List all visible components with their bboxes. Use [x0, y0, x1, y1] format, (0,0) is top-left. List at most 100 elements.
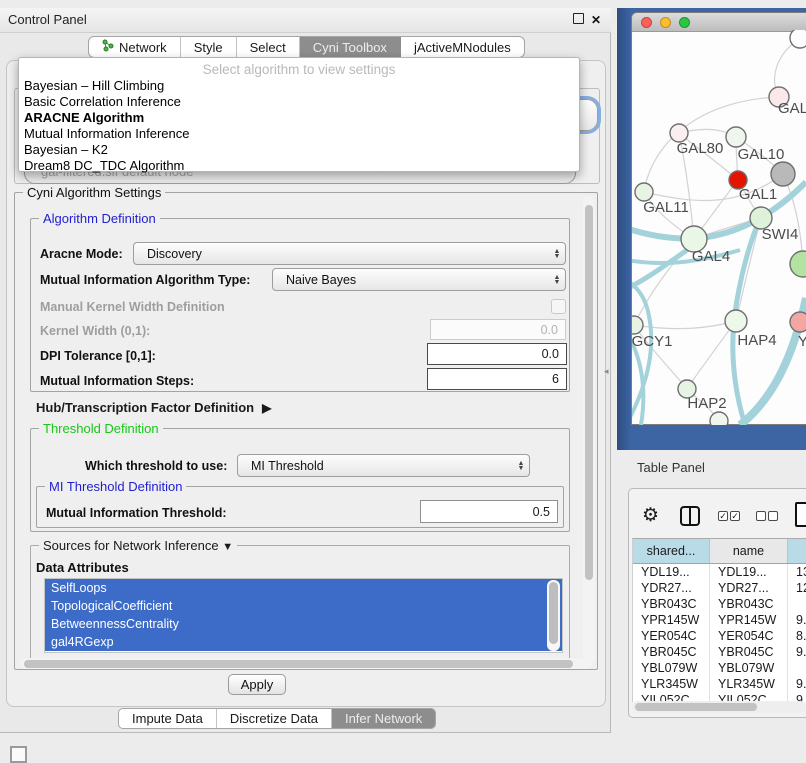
mi-threshold-group-title: MI Threshold Definition: [45, 479, 186, 494]
network-node-gal10[interactable]: [726, 127, 746, 147]
table-cell: 9.: [788, 644, 806, 660]
settings-horizontal-scrollbar[interactable]: [20, 658, 592, 669]
kernel-width-field[interactable]: 0.0: [430, 319, 566, 340]
tab-network[interactable]: Network: [89, 37, 181, 57]
mi-type-combo[interactable]: Naive Bayes ▲▼: [272, 268, 566, 291]
tab-cyni-toolbox[interactable]: Cyni Toolbox: [300, 37, 401, 57]
algorithm-list: Bayesian – Hill ClimbingBasic Correlatio…: [19, 78, 579, 174]
network-canvas[interactable]: GALGAL80GAL10GAL1GAL11SWI4GAL4GCY1HAP4YH…: [632, 30, 806, 425]
algorithm-option-bayesian-hill-climbing[interactable]: Bayesian – Hill Climbing: [19, 78, 579, 94]
which-threshold-combo[interactable]: MI Threshold ▲▼: [237, 454, 530, 477]
tab-label: Style: [194, 40, 223, 55]
table-cell: YLR345W: [710, 676, 788, 692]
tab-impute-data[interactable]: Impute Data: [119, 709, 217, 728]
aracne-mode-combo[interactable]: Discovery ▲▼: [133, 242, 566, 265]
column-header-name[interactable]: name: [710, 539, 788, 563]
tab-jactivemnodules[interactable]: jActiveMNodules: [401, 37, 524, 57]
attribute-item-gal4rgexp[interactable]: gal4RGexp: [45, 633, 562, 651]
network-node-gcy1[interactable]: [632, 316, 643, 334]
collapse-down-icon[interactable]: ▼: [222, 541, 233, 553]
column-view-icon[interactable]: [680, 506, 700, 526]
algorithm-option-aracne-algorithm[interactable]: ARACNE Algorithm: [19, 110, 579, 126]
algorithm-option-basic-correlation-inference[interactable]: Basic Correlation Inference: [19, 94, 579, 110]
tab-select[interactable]: Select: [237, 37, 300, 57]
attribute-item-topologicalcoefficient[interactable]: TopologicalCoefficient: [45, 597, 562, 615]
hub-definition-toggle[interactable]: Hub/Transcription Factor Definition ▶: [36, 400, 271, 415]
document-icon[interactable]: [795, 502, 806, 527]
tab-style[interactable]: Style: [181, 37, 237, 57]
expand-right-icon: ▶: [262, 401, 271, 415]
close-icon[interactable]: ✕: [589, 13, 603, 27]
floating-window-icon[interactable]: [10, 746, 27, 763]
float-panel-icon[interactable]: [571, 13, 585, 27]
mi-threshold-label: Mutual Information Threshold:: [46, 506, 227, 520]
tab-label: Discretize Data: [230, 711, 318, 726]
attribute-item-betweennesscentrality[interactable]: BetweennessCentrality: [45, 615, 562, 633]
column-header-a[interactable]: A: [788, 539, 806, 563]
network-node[interactable]: [790, 30, 806, 48]
table-row[interactable]: YBL079WYBL079W: [633, 660, 806, 676]
data-attributes-label: Data Attributes: [36, 560, 129, 575]
sources-group-title: Sources for Network Inference ▼: [39, 538, 237, 553]
table-cell: YBR045C: [633, 644, 710, 660]
checked-box-icon: ✓: [730, 511, 740, 521]
network-node[interactable]: [790, 251, 806, 277]
select-all-columns-icon[interactable]: ✓ ✓: [718, 511, 742, 521]
network-node-y[interactable]: [790, 312, 806, 332]
network-edge: [736, 218, 761, 321]
table-cell: YDL19...: [633, 564, 710, 580]
tab-discretize-data[interactable]: Discretize Data: [217, 709, 332, 728]
control-panel-titlebar: [0, 8, 611, 33]
table-cell: 9.: [788, 612, 806, 628]
table-row[interactable]: YDR27...YDR27...12: [633, 580, 806, 596]
node-label: HAP4: [737, 332, 776, 349]
settings-vertical-scrollbar[interactable]: [583, 196, 595, 664]
tab-label: Select: [250, 40, 286, 55]
tab-label: jActiveMNodules: [414, 40, 511, 55]
threshold-definition-title: Threshold Definition: [39, 421, 163, 436]
manual-kernel-checkbox[interactable]: [551, 299, 566, 314]
minimize-button[interactable]: [660, 17, 671, 28]
table-cell: YLR345W: [633, 676, 710, 692]
table-cell: YER054C: [710, 628, 788, 644]
mi-steps-field[interactable]: 6: [427, 368, 567, 390]
network-node[interactable]: [710, 412, 728, 425]
network-icon: [102, 39, 114, 55]
kernel-width-label: Kernel Width (0,1):: [40, 324, 150, 338]
network-node-hap4[interactable]: [725, 310, 747, 332]
algorithm-option-bayesian-k2[interactable]: Bayesian – K2: [19, 142, 579, 158]
table-row[interactable]: YDL19...YDL19...13: [633, 564, 806, 580]
table-row[interactable]: YBR045CYBR045C9.: [633, 644, 806, 660]
table-row[interactable]: YBR043CYBR043C: [633, 596, 806, 612]
attributes-vertical-scrollbar[interactable]: [547, 580, 560, 651]
column-header-shared[interactable]: shared...: [633, 539, 710, 563]
dpi-tolerance-field[interactable]: 0.0: [427, 343, 567, 365]
control-panel-title: Control Panel: [8, 12, 87, 27]
mi-type-value: Naive Bayes: [273, 273, 549, 287]
apply-button[interactable]: Apply: [228, 674, 286, 695]
network-node[interactable]: [771, 162, 795, 186]
deselect-all-columns-icon[interactable]: [756, 511, 780, 521]
mi-threshold-field[interactable]: 0.5: [420, 500, 558, 523]
node-label: GAL80: [677, 140, 724, 157]
gear-icon[interactable]: ⚙: [642, 504, 659, 527]
table-row[interactable]: YPR145WYPR145W9.: [633, 612, 806, 628]
attribute-item-selfloops[interactable]: SelfLoops: [45, 579, 562, 597]
table-cell: 8.: [788, 628, 806, 644]
zoom-button[interactable]: [679, 17, 690, 28]
network-edge: [687, 321, 736, 389]
table-horizontal-scrollbar[interactable]: [632, 701, 806, 713]
table-cell: YDR27...: [633, 580, 710, 596]
tab-label: Infer Network: [345, 711, 422, 726]
table-row[interactable]: YLR345WYLR345W9.: [633, 676, 806, 692]
table-cell: YDL19...: [710, 564, 788, 580]
tab-label: Impute Data: [132, 711, 203, 726]
table-row[interactable]: YER054CYER054C8.: [633, 628, 806, 644]
stepper-arrows-icon: ▲▼: [549, 249, 565, 259]
algorithm-option-dream8-dc-tdc-algorithm[interactable]: Dream8 DC_TDC Algorithm: [19, 158, 579, 174]
algorithm-option-mutual-information-inference[interactable]: Mutual Information Inference: [19, 126, 579, 142]
divider-collapse-icon[interactable]: ◂: [604, 366, 609, 377]
close-button[interactable]: [641, 17, 652, 28]
tab-infer-network[interactable]: Infer Network: [332, 709, 435, 728]
table-body: YDL19...YDL19...13YDR27...YDR27...12YBR0…: [633, 564, 806, 702]
